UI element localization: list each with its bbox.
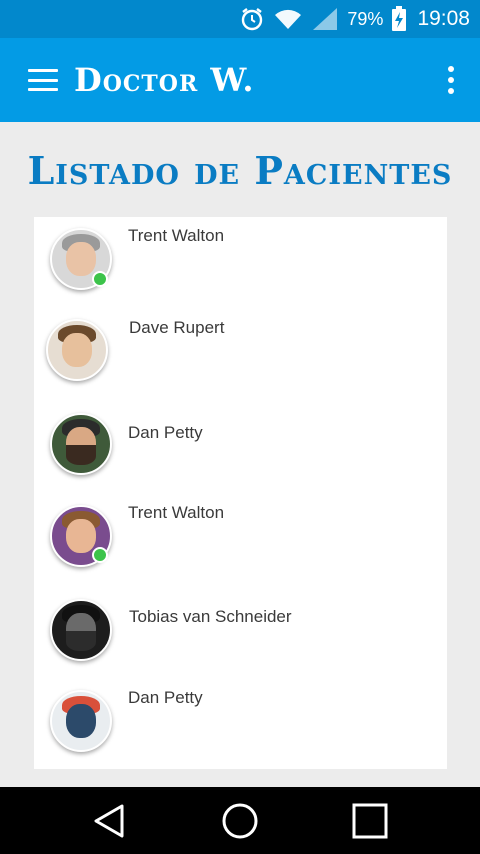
patient-name: Trent Walton xyxy=(128,226,225,245)
app-title: Doctor W. xyxy=(74,61,255,99)
online-status-dot xyxy=(92,271,108,287)
avatar xyxy=(50,599,112,661)
list-item[interactable]: Trent Walton xyxy=(34,496,447,586)
list-item[interactable]: Trent Walton xyxy=(34,217,447,307)
clock: 19:08 xyxy=(417,7,470,30)
avatar xyxy=(50,690,112,752)
home-icon[interactable] xyxy=(221,802,259,845)
avatar xyxy=(46,319,108,381)
app-bar: Doctor W. xyxy=(0,38,480,122)
menu-icon[interactable] xyxy=(28,69,58,91)
list-item[interactable]: Dave Rupert xyxy=(34,310,447,400)
more-vert-icon[interactable] xyxy=(448,66,454,94)
battery-charging-icon xyxy=(391,6,407,32)
alarm-icon xyxy=(239,6,265,32)
list-item[interactable]: Tobias van Schneider xyxy=(34,589,447,679)
online-status-dot xyxy=(92,547,108,563)
wifi-icon xyxy=(273,7,303,31)
list-item[interactable]: Dan Petty xyxy=(34,403,447,493)
list-item[interactable]: Dan Petty xyxy=(34,682,447,769)
patient-name: Tobias van Schneider xyxy=(129,607,292,626)
patient-name: Trent Walton xyxy=(128,503,225,522)
patient-name: Dan Petty xyxy=(128,688,203,707)
page-title: Listado de Pacientes xyxy=(27,148,453,193)
back-icon[interactable] xyxy=(92,803,126,844)
avatar xyxy=(50,413,112,475)
recents-icon[interactable] xyxy=(352,803,388,844)
patient-name: Dan Petty xyxy=(128,423,203,442)
navigation-bar xyxy=(0,787,480,854)
battery-percentage: 79% xyxy=(347,8,384,29)
patient-name: Dave Rupert xyxy=(129,318,225,337)
signal-icon xyxy=(311,6,339,32)
status-bar: 79% 19:08 xyxy=(0,0,480,38)
patient-list: Trent Walton Dave Rupert Dan Petty Trent… xyxy=(34,217,447,769)
